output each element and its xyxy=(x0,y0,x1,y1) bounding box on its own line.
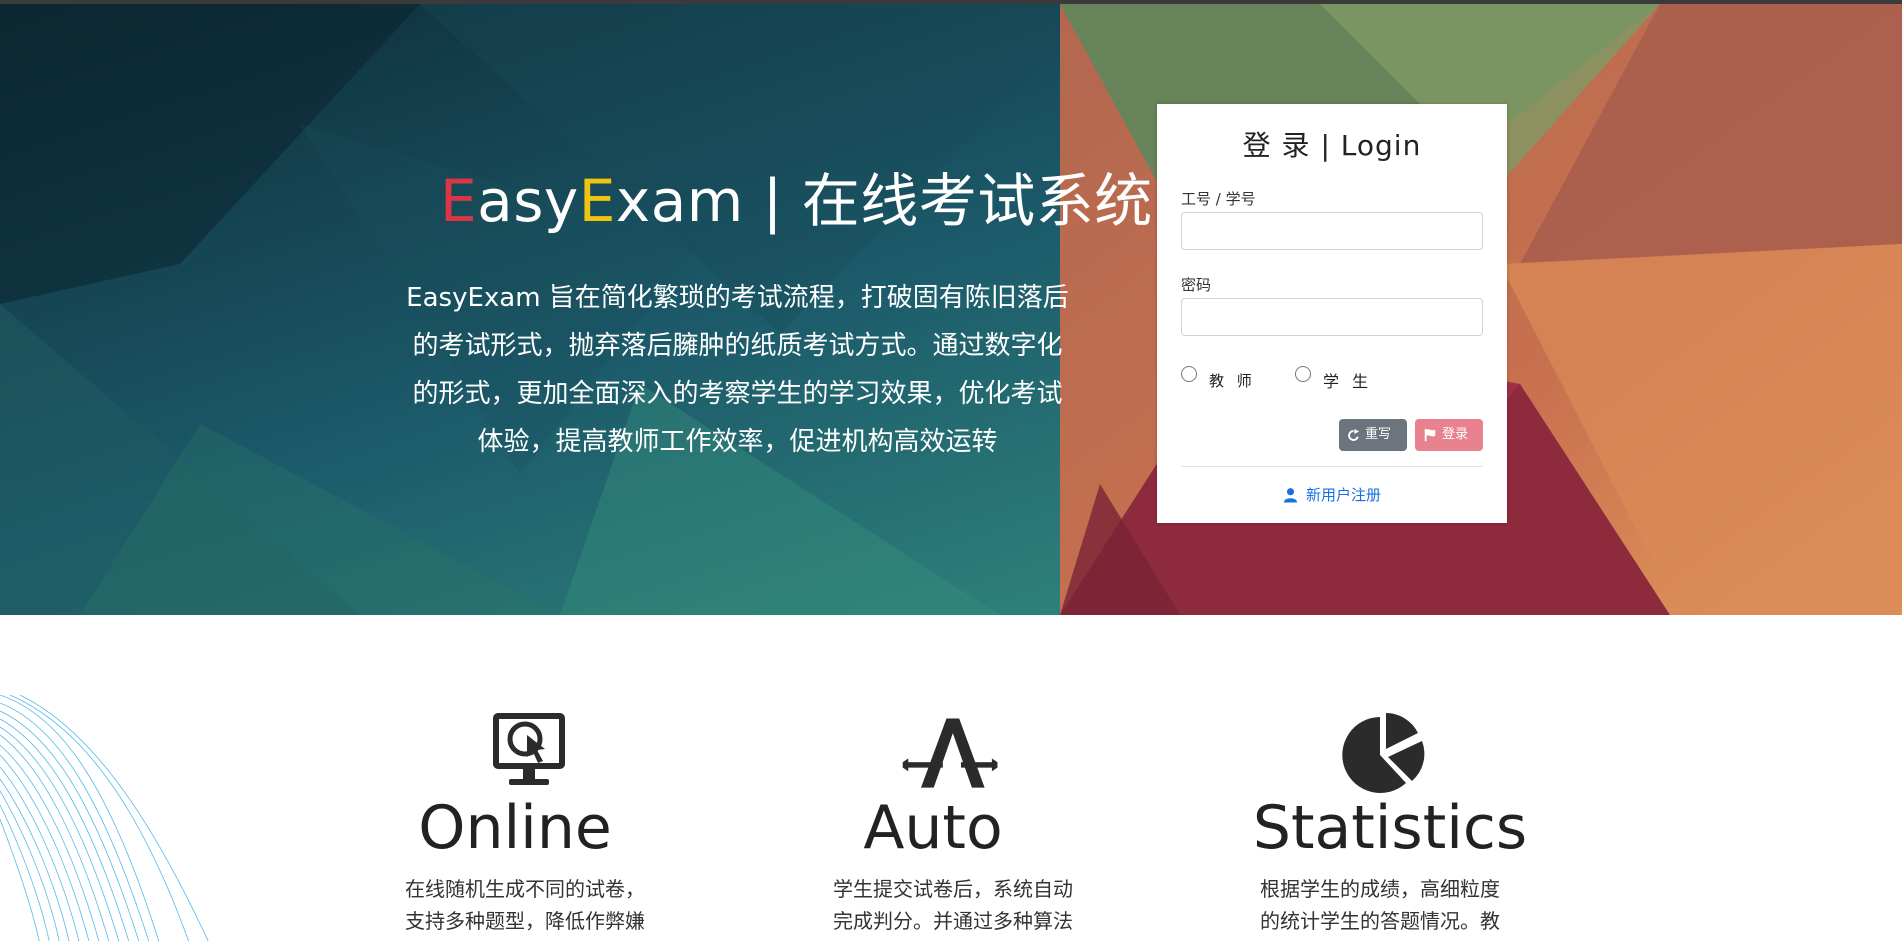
hero-description: EasyExam 旨在简化繁琐的考试流程，打破固有陈旧落后的考试形式，抛弃落后臃… xyxy=(406,283,1069,457)
login-button-label: 登录 xyxy=(1442,427,1469,442)
feature-online-title: Online xyxy=(418,793,612,863)
feature-statistics-desc: 根据学生的成绩，高细粒度的统计学生的答题情况。教 xyxy=(1260,877,1500,933)
brand-letter-e-yellow: E xyxy=(578,167,616,235)
features-section: Online 在线随机生成不同的试卷，支持多种题型，降低作弊嫌 Auto 学生提… xyxy=(0,615,1902,941)
register-link[interactable]: 新用户注册 xyxy=(1157,484,1507,505)
id-input[interactable] xyxy=(1181,212,1483,250)
card-divider xyxy=(1181,466,1483,467)
brand-letter-e-red: E xyxy=(440,167,478,235)
id-label: 工号 / 学号 xyxy=(1181,190,1256,208)
teacher-radio[interactable] xyxy=(1181,366,1197,382)
password-label: 密码 xyxy=(1181,276,1212,294)
password-input[interactable] xyxy=(1181,298,1483,336)
reset-button[interactable]: 重写 xyxy=(1339,419,1407,451)
brand-asy: asy xyxy=(477,167,579,235)
decorative-wave xyxy=(0,695,209,941)
reset-button-label: 重写 xyxy=(1365,427,1392,442)
feature-online-desc: 在线随机生成不同的试卷，支持多种题型，降低作弊嫌 xyxy=(405,877,645,933)
auto-a-icon xyxy=(902,718,998,788)
hero-title: EasyExam | 在线考试系统 xyxy=(440,154,1152,238)
hero-banner: EasyExam | 在线考试系统 EasyExam 旨在简化繁琐的考试流程，打… xyxy=(0,4,1902,615)
login-card: 登 录 | Login 工号 / 学号 密码 教 师 学 生 重写 登录 新用户… xyxy=(1157,104,1507,523)
pie-chart-icon xyxy=(1342,713,1425,793)
login-title: 登 录 | Login xyxy=(1242,129,1422,162)
student-radio[interactable] xyxy=(1295,366,1311,382)
redo-icon xyxy=(1348,428,1360,441)
flag-icon xyxy=(1424,428,1436,442)
user-icon xyxy=(1283,487,1298,502)
brand-suffix: | 在线考试系统 xyxy=(743,167,1153,235)
student-radio-label[interactable]: 学 生 xyxy=(1323,368,1372,392)
register-link-label: 新用户注册 xyxy=(1305,486,1381,504)
monitor-cursor-icon xyxy=(493,713,565,785)
feature-auto-desc: 学生提交试卷后，系统自动完成判分。并通过多种算法 xyxy=(833,877,1073,933)
brand-xam: xam xyxy=(615,167,744,235)
role-selector: 教 师 学 生 xyxy=(1181,366,1491,392)
login-button[interactable]: 登录 xyxy=(1415,419,1483,451)
teacher-radio-label[interactable]: 教 师 xyxy=(1209,370,1256,391)
feature-auto-title: Auto xyxy=(863,793,1003,863)
feature-statistics-title: Statistics xyxy=(1252,793,1528,863)
